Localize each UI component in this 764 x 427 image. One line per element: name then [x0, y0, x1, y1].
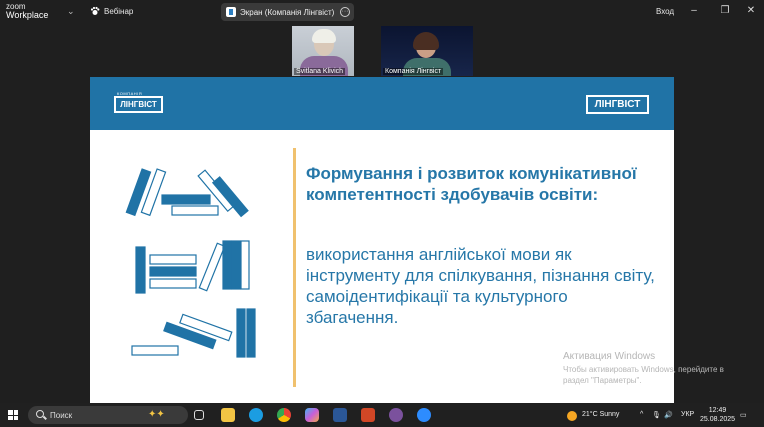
weather-text[interactable]: 21°C Sunny	[582, 411, 619, 418]
app-name-line2: Workplace	[6, 10, 49, 20]
viber-icon[interactable]	[389, 408, 403, 422]
zoom-icon[interactable]	[417, 408, 431, 422]
chevron-down-icon[interactable]: ⌄	[67, 6, 75, 17]
activation-watermark-title: Активация Windows	[563, 351, 656, 362]
zoom-titlebar: zoom Workplace ⌄ Вебінар Экран (Компанія…	[0, 0, 764, 24]
participant-video-1[interactable]: Svitlana Klivich	[292, 26, 354, 76]
weather-icon[interactable]	[567, 411, 577, 421]
copilot-icon[interactable]	[305, 408, 319, 422]
slide-title: Формування і розвиток комунікативної ком…	[306, 164, 637, 204]
share-label: Экран (Компанія Лінгвіст)	[240, 8, 335, 17]
chrome-icon[interactable]	[277, 408, 291, 422]
slide-header: КОМПАНІЯ ЛІНГВІСТ ЛІНГВІСТ	[90, 77, 674, 130]
word-icon[interactable]	[333, 408, 347, 422]
sparkle-icon: ✦✦	[148, 409, 165, 420]
accent-divider	[293, 148, 296, 387]
zoom-logo: zoom Workplace	[6, 2, 48, 20]
screen-share-indicator[interactable]: Экран (Компанія Лінгвіст) ···	[221, 3, 354, 21]
edge-icon[interactable]	[249, 408, 263, 422]
participant-name: Компанія Лінгвіст	[383, 68, 444, 75]
books-illustration	[125, 168, 256, 358]
task-view-icon[interactable]	[194, 410, 204, 420]
sign-in-button[interactable]: Вход	[656, 7, 674, 16]
activation-watermark-body: Чтобы активировать Windows, перейдите в …	[563, 365, 724, 385]
clock[interactable]: 12:49 25.08.2025	[700, 406, 735, 424]
clock-date: 25.08.2025	[700, 416, 736, 423]
participant-hair	[312, 29, 336, 43]
windows-taskbar: Поиск ✦✦ 21°C Sunny ^ 🎙 🔊 УКР 12:49 25.0…	[0, 403, 764, 427]
lingvist-logo-left: ЛІНГВІСТ	[114, 96, 163, 113]
search-placeholder: Поиск	[50, 411, 73, 420]
participant-hair	[413, 32, 439, 50]
lingvist-logo-right: ЛІНГВІСТ	[586, 95, 649, 114]
start-icon[interactable]	[8, 410, 18, 420]
close-icon[interactable]: ✕	[744, 4, 758, 18]
language-indicator[interactable]: УКР	[681, 411, 694, 418]
speaker-icon[interactable]: 🔊	[664, 411, 673, 419]
meeting-name[interactable]: Вебінар	[104, 7, 133, 16]
microphone-icon[interactable]: 🎙	[652, 411, 661, 419]
file-explorer-icon[interactable]	[221, 408, 235, 422]
paw-icon	[90, 6, 100, 15]
shared-app-icon	[226, 7, 236, 17]
search-icon	[36, 410, 44, 418]
powerpoint-icon[interactable]	[361, 408, 375, 422]
maximize-icon[interactable]: ❐	[718, 4, 732, 18]
notifications-icon[interactable]: ▭	[740, 411, 747, 419]
clock-time: 12:49	[708, 407, 727, 414]
minimize-icon[interactable]: –	[687, 4, 701, 18]
more-options-icon[interactable]: ···	[340, 7, 350, 17]
participant-video-2[interactable]: Компанія Лінгвіст	[381, 26, 473, 76]
chevron-up-icon[interactable]: ^	[640, 411, 643, 418]
slide-subtitle: використання англійської мови як інструм…	[306, 245, 655, 327]
participant-name: Svitlana Klivich	[294, 68, 346, 75]
taskbar-search[interactable]: Поиск ✦✦	[28, 406, 188, 424]
